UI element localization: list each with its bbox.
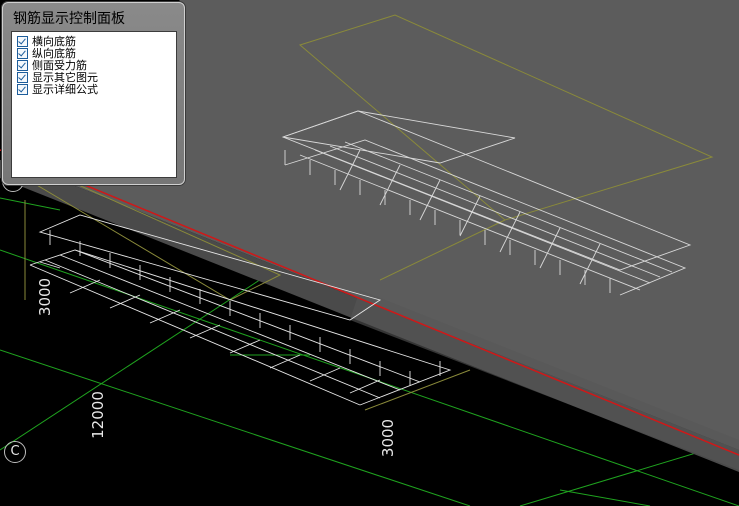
option-label: 横向底筋 [32,35,76,48]
option-label: 侧面受力筋 [32,59,87,72]
option-label: 纵向底筋 [32,47,76,60]
grid-line [559,489,651,506]
checkbox-icon[interactable] [17,72,28,83]
option-side-stressed-rebar[interactable]: 侧面受力筋 [17,60,176,71]
dimension-label-3000-bottom: 3000 [379,418,398,458]
axis-bubble-c[interactable]: C [4,441,26,463]
checkbox-icon[interactable] [17,84,28,95]
rebar [349,379,381,394]
options-list: 横向底筋 纵向底筋 侧面受力筋 显示其它图元 显示详细公式 [11,31,177,178]
dimension-label-3000-left: 3000 [36,277,55,317]
rebar [269,354,301,369]
rebar [149,309,181,324]
checkbox-icon[interactable] [17,60,28,71]
rebar-display-control-panel[interactable]: 钢筋显示控制面板 横向底筋 纵向底筋 侧面受力筋 显示其它图元 显示详细公式 [2,2,185,185]
dimension-label-12000: 12000 [88,391,107,439]
option-label: 显示详细公式 [32,83,98,96]
grid-line [0,197,61,211]
rebar [309,367,341,382]
option-longitudinal-bottom-rebar[interactable]: 纵向底筋 [17,48,176,59]
option-transverse-bottom-rebar[interactable]: 横向底筋 [17,36,176,47]
rebar [69,279,101,294]
option-show-other-elements[interactable]: 显示其它图元 [17,72,176,83]
panel-title: 钢筋显示控制面板 [13,11,125,27]
outline [364,369,471,411]
checkbox-icon[interactable] [17,48,28,59]
option-show-detailed-formula[interactable]: 显示详细公式 [17,84,176,95]
option-label: 显示其它图元 [32,71,98,84]
rebar [189,324,221,339]
grid-line [0,349,471,506]
checkbox-icon[interactable] [17,36,28,47]
rebar [109,294,141,309]
